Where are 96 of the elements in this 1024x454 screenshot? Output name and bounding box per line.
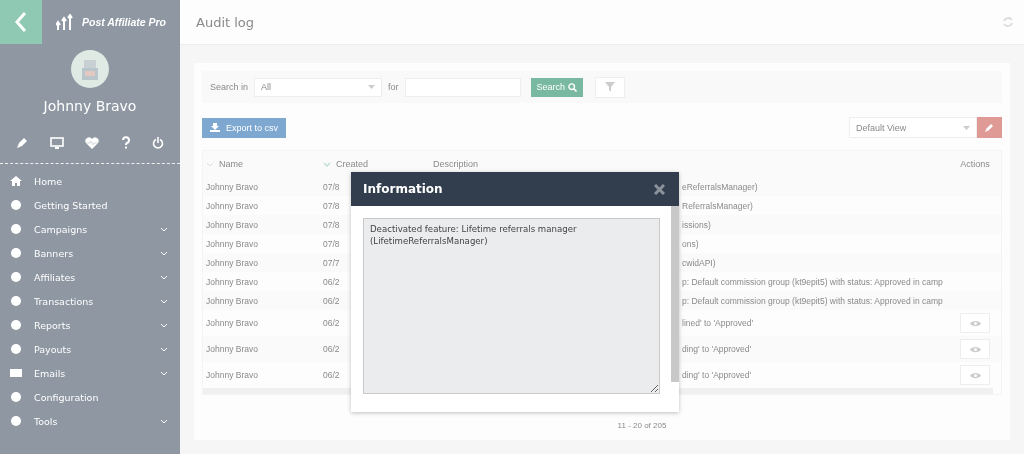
arrows-up-icon: [56, 14, 74, 30]
dialog-title: Information: [363, 182, 443, 196]
message-text-area[interactable]: Deactivated feature: Lifetime referrals manager (LifetimeReferralsManager): [363, 218, 660, 394]
view-button[interactable]: [960, 313, 990, 333]
table-cell-text: 06/2: [323, 370, 341, 380]
heart-pulse-icon[interactable]: [85, 136, 99, 149]
column-header: Actions: [960, 159, 990, 169]
avatar-icon: [71, 50, 109, 88]
menu-label: Campaigns: [34, 223, 89, 235]
table-cell-text: Johnny Bravo: [205, 219, 259, 230]
table-cell-text: 06/2: [323, 344, 341, 354]
help-icon[interactable]: [120, 136, 131, 149]
eye-icon: [969, 345, 981, 353]
view-select[interactable]: Default View: [849, 117, 977, 138]
table-cell-text: Johnny Bravo: [205, 318, 259, 328]
menu-item[interactable]: Reports: [0, 313, 180, 337]
menu-item[interactable]: Tools: [0, 409, 180, 433]
menu-item[interactable]: Campaigns: [0, 217, 180, 241]
table-cell-text: 07/8: [323, 181, 341, 192]
for-label: for: [388, 82, 399, 92]
menu-label: Transactions: [34, 295, 95, 307]
menu-item[interactable]: Emails: [0, 361, 180, 385]
table-cell-text: Johnny Bravo: [205, 276, 259, 287]
table-cell: lined' to 'Approved': [682, 318, 754, 328]
menu-label: Reports: [34, 319, 72, 331]
power-icon[interactable]: [152, 136, 164, 149]
menu-label: Affiliates: [34, 271, 77, 283]
table-cell-text: Johnny Bravo: [205, 344, 259, 354]
table-cell-text: 07/8: [323, 200, 341, 211]
user-name: Johnny Bravo: [43, 98, 137, 114]
table-cell-text: Johnny Bravo: [205, 181, 259, 192]
table-cell: ReferralsManager): [682, 200, 753, 211]
pagination-info: 11 - 20 of 205: [617, 421, 667, 430]
filter-button[interactable]: [595, 76, 626, 98]
column-header[interactable]: Created: [336, 159, 369, 169]
view-button[interactable]: [960, 365, 990, 385]
table-cell: eReferralsManager): [682, 181, 758, 192]
table-cell-text: Johnny Bravo: [205, 257, 259, 268]
search-icon: [568, 82, 578, 92]
menu-item[interactable]: Configuration: [0, 385, 180, 409]
table-cell-text: 06/2: [323, 295, 341, 306]
back-button[interactable]: [0, 0, 42, 44]
filter-icon: [605, 82, 616, 92]
table-cell-text: 07/7: [323, 257, 341, 268]
logo-text: Post Affiliate Pro: [82, 16, 166, 28]
table-cell: cwidAPI): [682, 257, 716, 268]
export-button[interactable]: Export to csv: [202, 117, 287, 138]
menu-item[interactable]: Payouts: [0, 337, 180, 361]
column-header[interactable]: Description: [433, 159, 479, 169]
table-cell-text: Johnny Bravo: [205, 295, 259, 306]
menu-label: Configuration: [34, 391, 100, 403]
chevron-left-icon: [14, 11, 28, 33]
table-cell: p: Default commission group (kt9epit5) with status: Approved in camp: [682, 276, 943, 287]
table-cell: ding' to 'Approved': [682, 344, 752, 354]
table-cell: ons): [682, 238, 699, 249]
refresh-icon[interactable]: [1002, 16, 1014, 28]
table-cell-text: Johnny Bravo: [205, 370, 259, 380]
table-cell: ding' to 'Approved': [682, 370, 752, 380]
table-cell-text: 07/8: [323, 219, 341, 230]
monitor-icon[interactable]: [49, 136, 64, 149]
pencil-icon[interactable]: [16, 136, 28, 149]
scrollbar[interactable]: [671, 206, 679, 382]
menu-label: Emails: [34, 367, 67, 379]
sort-icon[interactable]: [323, 161, 331, 167]
caret-icon: [368, 85, 376, 89]
close-icon[interactable]: [654, 183, 665, 195]
page-title: Audit log: [196, 14, 255, 30]
scope-select[interactable]: All: [254, 77, 383, 97]
table-cell-text: 07/8: [323, 238, 341, 249]
table-cell-text: Johnny Bravo: [205, 200, 259, 211]
eye-icon: [969, 371, 981, 379]
view-button[interactable]: [960, 339, 990, 359]
search-button[interactable]: Search: [530, 77, 584, 97]
menu-label: Payouts: [34, 343, 73, 355]
menu-item[interactable]: Banners: [0, 241, 180, 265]
column-header[interactable]: Name: [219, 159, 243, 169]
table-cell-text: 06/2: [323, 276, 341, 287]
caret-icon: [963, 125, 970, 130]
pencil-icon: [985, 123, 994, 132]
menu-label: Getting Started: [34, 199, 109, 211]
edit-view-button[interactable]: [977, 117, 1002, 138]
menu-item[interactable]: Transactions: [0, 289, 180, 313]
sort-icon[interactable]: [206, 161, 214, 167]
menu-item[interactable]: Home: [0, 169, 180, 193]
table-cell-text: 06/2: [323, 318, 341, 328]
table-cell: p: Default commission group (kt9epit5) with status: Approved in camp: [682, 295, 943, 306]
table-cell-text: Johnny Bravo: [205, 238, 259, 249]
menu-label: Tools: [34, 415, 59, 427]
menu-label: Home: [34, 175, 64, 187]
menu-label: Banners: [34, 247, 75, 259]
menu-item[interactable]: Affiliates: [0, 265, 180, 289]
download-icon: [210, 123, 220, 132]
menu-item[interactable]: Getting Started: [0, 193, 180, 217]
eye-icon: [969, 319, 981, 327]
table-cell: issions): [682, 219, 711, 230]
search-label: Search in: [210, 82, 249, 92]
